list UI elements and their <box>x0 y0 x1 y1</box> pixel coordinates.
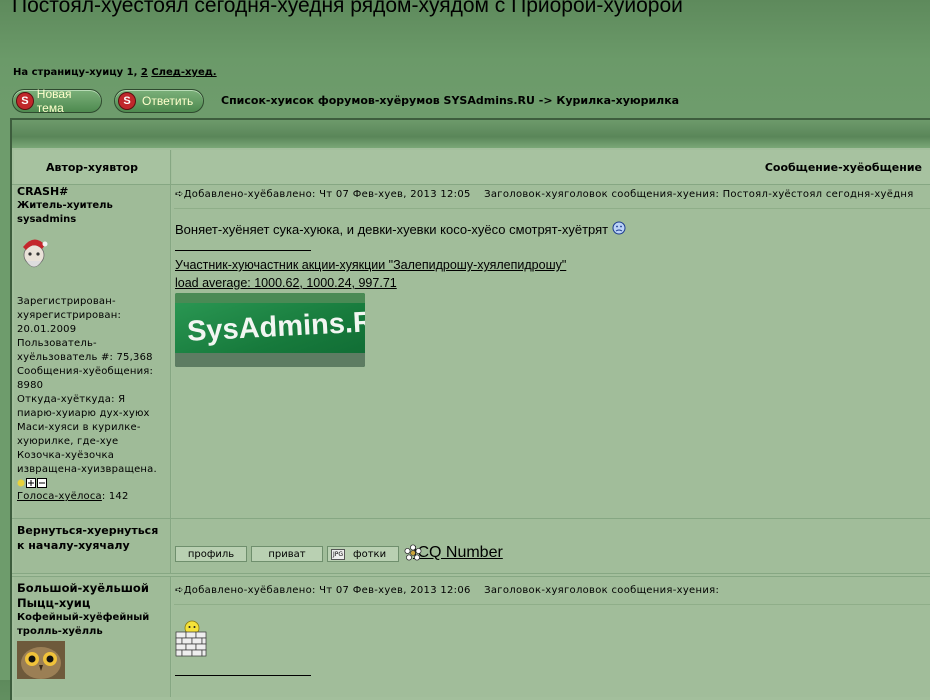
next-page-link[interactable]: След-хуед. <box>151 67 216 78</box>
plus-icon[interactable] <box>26 478 36 488</box>
page-2-link[interactable]: 2 <box>141 67 148 78</box>
post-message-cell: ➪Добавлено-хуёбавлено: Чт 07 Фев-хуев, 2… <box>172 577 930 697</box>
votes-link[interactable]: Голоса-хуёлоса <box>17 491 102 502</box>
jpg-icon: JPG <box>331 548 346 560</box>
private-message-button[interactable]: приват <box>251 546 323 562</box>
meta-divider <box>174 208 930 209</box>
pagination: На страницу-хуицу 1, 2 След-хуед. <box>13 67 217 78</box>
icq-flower-icon <box>404 544 422 561</box>
new-topic-label: Новая тема <box>36 87 72 115</box>
post-username[interactable]: Большой-хуёльшой Пыцц-хуиц <box>17 581 167 611</box>
s-badge-icon: S <box>118 92 136 110</box>
icq-label: ICQ Number <box>413 544 503 561</box>
sad-smiley-icon <box>612 221 626 235</box>
post-meta: ➪Добавлено-хуёбавлено: Чт 07 Фев-хуев, 2… <box>175 585 719 596</box>
signature-link-1[interactable]: Участник-хуючастник акции-хуякции "Залеп… <box>175 258 566 272</box>
column-header-author: Автор-хуявтор <box>14 150 171 184</box>
minus-icon[interactable] <box>37 478 47 488</box>
signature-banner: SysAdmins.R <box>175 293 365 367</box>
post-text: Воняет-хуёняет сука-хуюка, и девки-хуевк… <box>175 222 609 237</box>
topic-title: Постоял-хуестоял сегодня-хуедня рядом-ху… <box>12 0 683 17</box>
table-header-bar <box>12 120 930 148</box>
signature-divider <box>175 675 311 676</box>
user-avatar <box>23 239 48 268</box>
user-rank: Житель-хуитель sysadmins <box>17 200 113 225</box>
post-username[interactable]: CRASH# <box>17 185 167 199</box>
post-arrow-icon[interactable]: ➪ <box>175 585 184 596</box>
star-icon <box>17 479 25 487</box>
pagination-prefix: На страницу-хуицу 1, <box>13 67 138 78</box>
post-date: Добавлено-хуёбавлено: Чт 07 Фев-хуев, 20… <box>183 189 471 200</box>
meta-divider <box>174 604 930 605</box>
post-arrow-icon[interactable]: ➪ <box>175 189 184 200</box>
post-message-cell: ➪Добавлено-хуёбавлено: Чт 07 Фев-хуев, 2… <box>172 185 930 518</box>
breadcrumb[interactable]: Список-хуисок форумов-хуёрумов SYSAdmins… <box>221 94 679 107</box>
smiley-behind-wall-icon <box>175 620 207 657</box>
post-author-cell: CRASH# Житель-хуитель sysadmins Зарегист… <box>14 185 171 518</box>
back-to-top-cell: Вернуться-хуернуться к началу-хуячалу <box>14 519 171 573</box>
user-rank: Кофейный-хуёфейный тролль-хуёлль <box>17 612 150 637</box>
posts-table: Автор-хуявтор Сообщение-хуёобщение CRASH… <box>10 118 930 700</box>
reputation-icons <box>17 478 167 490</box>
new-topic-button[interactable]: S Новая тема <box>12 87 102 115</box>
row-divider <box>12 573 930 574</box>
post-date: Добавлено-хуёбавлено: Чт 07 Фев-хуев, 20… <box>183 585 471 596</box>
photos-button[interactable]: JPG фотки <box>327 546 399 562</box>
s-badge-icon: S <box>16 92 34 110</box>
user-avatar <box>17 641 65 679</box>
post-subject: Заголовок-хуяголовок сообщения-хуения: П… <box>484 189 914 200</box>
post-author-cell: Большой-хуёльшой Пыцц-хуиц Кофейный-хуёф… <box>14 577 171 697</box>
reply-button[interactable]: S Ответить <box>114 89 204 113</box>
post-actions-cell: профиль приват JPG фотки ICQ Number <box>172 519 930 573</box>
signature-link-2[interactable]: load average: 1000.62, 1000.24, 997.71 <box>175 276 397 290</box>
banner-text: SysAdmins.R <box>186 306 365 348</box>
icq-button[interactable]: ICQ Number <box>404 544 503 562</box>
post-meta: ➪Добавлено-хуёбавлено: Чт 07 Фев-хуев, 2… <box>175 189 914 200</box>
back-to-top-link[interactable]: Вернуться-хуернуться к началу-хуячалу <box>17 523 167 553</box>
signature-divider <box>175 250 311 251</box>
profile-button[interactable]: профиль <box>175 546 247 562</box>
post-body: Воняет-хуёняет сука-хуюка, и девки-хуевк… <box>175 221 626 237</box>
photos-label: фотки <box>353 548 387 560</box>
user-info: Зарегистрирован- хуярегистрирован: 20.01… <box>17 296 157 475</box>
votes-count: : 142 <box>101 491 129 502</box>
column-header-message: Сообщение-хуёобщение <box>172 150 930 184</box>
post-subject: Заголовок-хуяголовок сообщения-хуения: <box>484 585 720 596</box>
votes: Голоса-хуёлоса: 142 <box>17 490 167 504</box>
reply-label: Ответить <box>142 94 194 108</box>
